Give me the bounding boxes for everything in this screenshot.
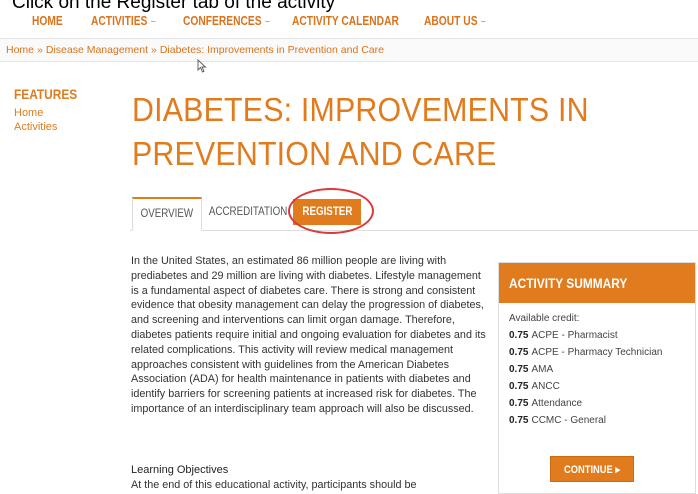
credit-label: ANCC bbox=[531, 381, 560, 392]
tab-overview[interactable]: OVERVIEW bbox=[132, 197, 202, 231]
nav-about-label: ABOUT US bbox=[424, 14, 478, 28]
breadcrumb-separator: » bbox=[37, 44, 43, 56]
features-heading: FEATURES bbox=[14, 86, 78, 102]
credit-item: 0.75 CCMC - General bbox=[509, 415, 695, 426]
continue-button-label: CONTINUE ▸ bbox=[563, 464, 621, 476]
learning-objectives-text: At the end of this educational activity,… bbox=[131, 479, 417, 491]
credit-label: ACPE - Pharmacist bbox=[531, 330, 618, 341]
tab-register-label: REGISTER bbox=[302, 206, 352, 218]
credit-label: AMA bbox=[531, 364, 554, 375]
chevron-down-icon: − bbox=[480, 16, 487, 28]
tab-register[interactable]: REGISTER bbox=[293, 199, 361, 225]
credit-label: CCMC - General bbox=[531, 415, 606, 426]
credit-label: ACPE - Pharmacy Technician bbox=[531, 347, 663, 358]
continue-button[interactable]: CONTINUE ▸ bbox=[550, 456, 634, 482]
credit-value: 0.75 bbox=[509, 398, 529, 409]
breadcrumb: Home» Disease Management» Diabetes: Improv… bbox=[0, 38, 698, 62]
activity-summary-heading-label: ACTIVITY SUMMARY bbox=[509, 275, 628, 291]
credit-value: 0.75 bbox=[509, 364, 529, 375]
nav-calendar-label: ACTIVITY CALENDAR bbox=[292, 14, 399, 28]
mouse-cursor-icon bbox=[197, 59, 207, 73]
sidebar-link-activities[interactable]: Activities bbox=[14, 120, 88, 134]
learning-objectives-heading: Learning Objectives bbox=[131, 464, 229, 476]
chevron-down-icon: − bbox=[150, 16, 156, 28]
page-title: DIABETES: IMPROVEMENTS IN PREVENTION AND… bbox=[132, 91, 589, 172]
sidebar-link-home[interactable]: Home bbox=[14, 106, 88, 120]
activity-summary-heading: ACTIVITY SUMMARY bbox=[499, 263, 695, 303]
activity-tabs: OVERVIEW ACCREDITATION REGISTER bbox=[130, 197, 698, 231]
tab-overview-label: OVERVIEW bbox=[140, 208, 194, 220]
credit-item: 0.75 AMA bbox=[509, 364, 695, 375]
credit-item: 0.75 ACPE - Pharmacy Technician bbox=[509, 347, 695, 358]
overview-description: In the United States, an estimated 86 mi… bbox=[131, 255, 486, 415]
top-navigation: HOME ACTIVITIES − CONFERENCES − ACTIVITY C… bbox=[0, 8, 698, 36]
breadcrumb-separator: » bbox=[151, 44, 157, 56]
breadcrumb-disease-management[interactable]: Disease Management bbox=[46, 44, 148, 56]
tab-accreditation[interactable]: ACCREDITATION bbox=[202, 197, 288, 228]
available-credit-label: Available credit: bbox=[509, 313, 580, 324]
credit-item: 0.75 ANCC bbox=[509, 381, 695, 392]
breadcrumb-current: Diabetes: Improvements in Prevention and… bbox=[159, 44, 384, 56]
nav-home[interactable]: HOME bbox=[32, 14, 63, 28]
credit-value: 0.75 bbox=[509, 347, 529, 358]
nav-home-label: HOME bbox=[32, 14, 63, 28]
credit-value: 0.75 bbox=[509, 381, 529, 392]
nav-activity-calendar[interactable]: ACTIVITY CALENDAR bbox=[292, 14, 399, 28]
breadcrumb-home[interactable]: Home bbox=[6, 44, 34, 56]
nav-conferences[interactable]: CONFERENCES − bbox=[183, 14, 270, 28]
credit-item: 0.75 ACPE - Pharmacist bbox=[509, 330, 695, 341]
tab-accreditation-label: ACCREDITATION bbox=[208, 206, 288, 218]
nav-activities-label: ACTIVITIES bbox=[91, 14, 148, 28]
credit-value: 0.75 bbox=[509, 415, 529, 426]
chevron-down-icon: − bbox=[264, 16, 271, 28]
credit-item: 0.75 Attendance bbox=[509, 398, 695, 409]
nav-conferences-label: CONFERENCES bbox=[183, 14, 262, 28]
credit-value: 0.75 bbox=[509, 330, 529, 341]
features-sidebar: FEATURES Home Activities bbox=[14, 86, 88, 134]
nav-activities[interactable]: ACTIVITIES − bbox=[91, 14, 156, 28]
nav-about-us[interactable]: ABOUT US − bbox=[424, 14, 486, 28]
credit-label: Attendance bbox=[531, 398, 583, 409]
